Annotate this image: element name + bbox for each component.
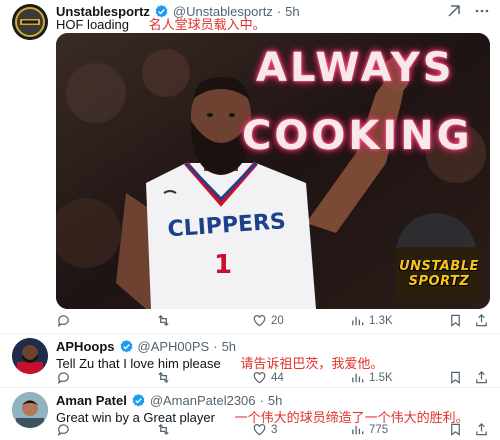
- user-handle[interactable]: @AmanPatel2306: [150, 393, 256, 408]
- view-count: 1.5K: [369, 371, 393, 384]
- retweet-icon: [158, 314, 169, 327]
- share-button[interactable]: [474, 313, 489, 328]
- like-count: 3: [271, 423, 278, 436]
- brand-logo: UNSTABLE SPORTZ: [396, 247, 482, 301]
- like-count: 20: [271, 314, 284, 327]
- retweet-icon: [158, 423, 169, 436]
- tweet-actions: 20 1.3K: [56, 313, 490, 331]
- separator-dot: ·: [213, 338, 218, 354]
- separator-dot: ·: [276, 3, 282, 19]
- overlay-text-line2: COOKING: [242, 113, 473, 159]
- like-icon: [253, 372, 266, 384]
- verified-badge-icon: [131, 393, 146, 408]
- views-icon: [352, 316, 364, 326]
- like-button[interactable]: 3: [252, 422, 277, 437]
- timestamp[interactable]: 5h: [268, 393, 282, 408]
- tweet-translation: 请告诉祖巴茨，我爱他。: [240, 356, 384, 371]
- tweet-text: HOF loading: [56, 17, 129, 32]
- tweet-actions: 44 1.5K: [56, 370, 490, 388]
- tweet-3[interactable]: Aman Patel @AmanPatel2306 · 5h Great win…: [0, 388, 500, 440]
- like-count: 44: [271, 371, 284, 384]
- display-name[interactable]: Aman Patel: [56, 393, 127, 408]
- verified-badge-icon: [119, 339, 134, 354]
- retweet-button[interactable]: [156, 422, 171, 437]
- separator-dot: ·: [259, 392, 264, 408]
- bookmark-icon: [451, 314, 460, 327]
- share-button[interactable]: [474, 422, 489, 437]
- like-button[interactable]: 44: [252, 370, 284, 385]
- bookmark-button[interactable]: [448, 313, 463, 328]
- retweet-button[interactable]: [156, 370, 171, 385]
- brand-logo-line2: SPORTZ: [408, 274, 470, 289]
- views-icon: [352, 425, 364, 435]
- user-handle[interactable]: @APH00PS: [138, 339, 210, 354]
- tweet-1[interactable]: Unstablesportz @Unstablesportz · 5h HOF …: [0, 0, 500, 330]
- brand-logo-line1: UNSTABLE: [399, 259, 479, 274]
- tweet-translation: 名人堂球员载入中。: [148, 17, 266, 32]
- avatar[interactable]: [12, 338, 48, 374]
- share-icon: [476, 423, 487, 436]
- avatar[interactable]: [12, 392, 48, 428]
- views-button[interactable]: 1.5K: [350, 370, 393, 385]
- like-button[interactable]: 20: [252, 313, 284, 328]
- overlay-text-line1: ALWAYS: [256, 45, 455, 91]
- views-button[interactable]: 1.3K: [350, 313, 393, 328]
- view-count: 1.3K: [369, 314, 393, 327]
- tweet-actions: 3 775: [56, 422, 490, 440]
- reply-icon: [57, 372, 69, 384]
- reply-button[interactable]: [56, 370, 71, 385]
- bookmark-button[interactable]: [448, 370, 463, 385]
- retweet-button[interactable]: [156, 313, 171, 328]
- like-icon: [253, 315, 266, 327]
- reply-button[interactable]: [56, 422, 71, 437]
- like-icon: [253, 424, 266, 436]
- share-icon: [476, 314, 487, 327]
- avatar[interactable]: [12, 4, 48, 40]
- tweet-2[interactable]: APHoops @APH00PS · 5h Tell Zu that I lov…: [0, 334, 500, 386]
- bookmark-icon: [451, 371, 460, 384]
- tweet-text-row: HOF loading 名人堂球员载入中。: [56, 14, 266, 33]
- timestamp[interactable]: 5h: [285, 4, 299, 19]
- reply-icon: [57, 424, 69, 436]
- grok-icon[interactable]: [446, 3, 462, 19]
- view-count: 775: [369, 423, 389, 436]
- views-button[interactable]: 775: [350, 422, 388, 437]
- bookmark-icon: [451, 423, 460, 436]
- tweet-media-image[interactable]: CLIPPERS 1 ALWAYS COOKING UNSTABLE SPORT…: [56, 33, 490, 309]
- more-icon[interactable]: [474, 3, 490, 19]
- display-name[interactable]: APHoops: [56, 339, 115, 354]
- reply-icon: [57, 315, 69, 327]
- retweet-icon: [158, 371, 169, 384]
- reply-button[interactable]: [56, 313, 71, 328]
- timestamp[interactable]: 5h: [222, 339, 236, 354]
- share-button[interactable]: [474, 370, 489, 385]
- jersey-number: 1: [214, 250, 232, 280]
- share-icon: [476, 371, 487, 384]
- views-icon: [352, 373, 364, 383]
- tweet-text: Tell Zu that I love him please: [56, 356, 221, 371]
- bookmark-button[interactable]: [448, 422, 463, 437]
